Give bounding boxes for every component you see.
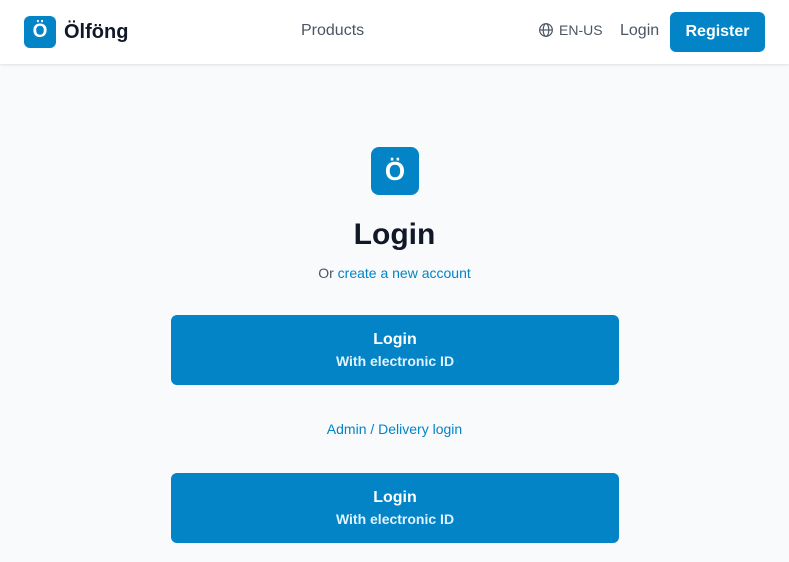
brand-name: Ölföng [64, 20, 129, 43]
brand-link[interactable]: Ö Ölföng [24, 16, 128, 48]
page-title: Login [353, 218, 436, 251]
subtitle-prefix: Or [318, 265, 334, 281]
nav-products-link[interactable]: Products [301, 22, 364, 40]
button-label: Login [373, 331, 417, 348]
language-selector[interactable]: EN-US [538, 22, 603, 38]
create-account-link[interactable]: create a new account [338, 265, 471, 281]
globe-icon [539, 23, 553, 37]
button-sublabel: With electronic ID [335, 353, 455, 369]
top-navbar: Ö Ölföng Products EN-US Login Register [0, 0, 789, 64]
center-logo: Ö [371, 147, 419, 195]
login-subtitle: Or create a new account [0, 265, 789, 281]
electronic-id-login-button-secondary[interactable]: Login With electronic ID [171, 473, 619, 543]
nav-login-link[interactable]: Login [620, 22, 659, 40]
language-label: EN-US [559, 22, 603, 38]
admin-delivery-login-link[interactable]: Admin / Delivery login [0, 421, 789, 437]
button-label: Login [373, 489, 417, 506]
button-sublabel: With electronic ID [335, 511, 455, 527]
register-button[interactable]: Register [670, 12, 765, 52]
electronic-id-login-button[interactable]: Login With electronic ID [171, 315, 619, 385]
brand-logo: Ö [24, 16, 56, 48]
